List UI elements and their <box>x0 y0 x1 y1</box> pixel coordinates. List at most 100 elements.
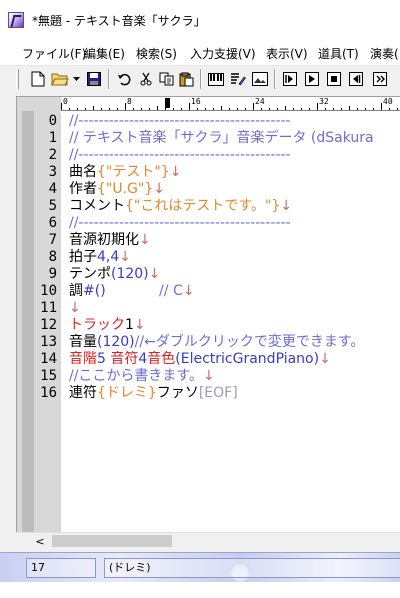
code-line[interactable]: 音量(120)//←ダブルクリックで変更できます。 <box>69 334 364 351</box>
toolbar-separator <box>108 69 110 89</box>
code-token: 1 <box>125 317 134 333</box>
code-line[interactable]: トラック1↓ <box>69 317 146 334</box>
menu-view[interactable]: 表示(V) <box>266 45 308 62</box>
toolbar-grip[interactable] <box>16 69 19 89</box>
ruler-label: 8 <box>127 97 132 106</box>
play-icon[interactable] <box>280 69 300 89</box>
app-window: *無題 - テキスト音楽「サクラ」 ファイル(F) 編集(E) 検索(S) 入力… <box>0 0 400 598</box>
ruler-tick <box>397 108 398 110</box>
new-file-icon[interactable] <box>28 69 48 89</box>
copy-icon[interactable] <box>156 69 176 89</box>
ruler-tick <box>261 108 262 110</box>
ruler-tick <box>197 108 198 110</box>
code-line[interactable]: テンポ(120)↓ <box>69 266 160 283</box>
code-line[interactable]: 曲名{"テスト"}↓ <box>69 164 181 181</box>
menu-search[interactable]: 検索(S) <box>136 45 177 62</box>
undo-icon[interactable] <box>114 69 134 89</box>
code-token: {"テスト"} <box>97 164 170 180</box>
open-folder-icon[interactable] <box>50 69 70 89</box>
ruler-label: 40 <box>383 97 393 106</box>
code-token: ファソ <box>156 385 199 401</box>
code-token: ↓ <box>169 164 182 180</box>
toolbar-separator <box>200 69 202 89</box>
code-token: 調 <box>69 283 83 299</box>
ruler-tick <box>109 108 110 110</box>
stop-icon[interactable] <box>324 69 344 89</box>
code-line[interactable]: //ここから書きます。↓ <box>69 368 215 385</box>
ruler-tick <box>173 108 174 110</box>
text-editor[interactable]: 0 8 16 24 32 40 0 1 2 3 4 5 6 7 8 9 10 11 12 13 14 15 16… <box>16 96 400 548</box>
edit-list-icon[interactable] <box>228 69 248 89</box>
code-token: テンポ <box>69 266 111 282</box>
code-line[interactable]: 調#() // C↓ <box>69 283 194 300</box>
code-line[interactable]: // テキスト音楽「サクラ」音楽データ (dSakura <box>69 130 374 147</box>
ruler-tick <box>269 108 270 110</box>
code-token: //--------------------------------------… <box>69 215 291 231</box>
ruler-tick <box>85 108 86 110</box>
ruler-tick <box>357 108 358 110</box>
code-line[interactable]: 音源初期化↓ <box>69 232 151 249</box>
code-line[interactable]: 連符{ドレミ}ファソ[EOF] <box>69 385 238 402</box>
ruler-cursor-marker <box>165 98 170 108</box>
line-number: 11 <box>40 300 57 316</box>
ruler-tick <box>325 108 326 110</box>
rewind-icon[interactable] <box>346 69 366 89</box>
piano-icon[interactable] <box>206 69 226 89</box>
line-number: 13 <box>40 334 57 350</box>
code-token: 曲名 <box>69 164 97 180</box>
line-number: 2 <box>48 147 57 163</box>
menu-edit[interactable]: 編集(E) <box>84 45 125 62</box>
code-token: ↓ <box>182 283 195 299</box>
code-line[interactable]: コメント{"これはテストです。"}↓ <box>69 198 292 215</box>
scroll-left-arrow-icon[interactable]: < <box>32 533 48 549</box>
code-line[interactable]: //--------------------------------------… <box>69 113 291 130</box>
ruler-tick <box>301 108 302 110</box>
line-number: 6 <box>48 215 57 231</box>
code-token: ↓ <box>139 232 151 248</box>
code-line[interactable]: //--------------------------------------… <box>69 147 291 164</box>
code-token: [EOF] <box>198 385 238 401</box>
ruler-tick <box>229 108 230 110</box>
ruler-tick <box>293 108 294 110</box>
code-token: ↓ <box>319 351 331 367</box>
save-icon[interactable] <box>84 69 104 89</box>
toolbar-more-icon[interactable] <box>370 69 390 89</box>
toolbar <box>14 66 400 92</box>
scrollbar-thumb[interactable] <box>52 535 172 547</box>
code-token: トラック <box>69 317 125 333</box>
code-line[interactable]: //--------------------------------------… <box>69 215 291 232</box>
ruler-tick <box>165 108 166 110</box>
code-token: 拍子 <box>69 249 97 265</box>
code-token: 音階 <box>69 351 97 367</box>
menu-play[interactable]: 演奏( <box>370 45 399 62</box>
ruler-tick <box>253 103 254 110</box>
code-area[interactable]: //--------------------------------------… <box>67 111 400 535</box>
code-line[interactable]: 作者{"U.G"}↓ <box>69 181 165 198</box>
code-line[interactable]: 拍子4,4↓ <box>69 249 131 266</box>
dropdown-arrow-icon[interactable] <box>70 69 82 89</box>
paste-icon[interactable] <box>176 69 196 89</box>
toolbar-separator <box>274 69 276 89</box>
title-bar[interactable]: *無題 - テキスト音楽「サクラ」 <box>0 0 400 40</box>
ruler-tick <box>365 108 366 110</box>
ruler-tick <box>389 108 390 110</box>
code-token: (ElectricGrandPiano) <box>175 351 320 367</box>
code-token: {"これはテストです。"} <box>125 198 281 214</box>
line-number-gutter[interactable]: 0 1 2 3 4 5 6 7 8 9 10 11 12 13 14 15 16 <box>17 111 61 535</box>
code-token: ↓ <box>69 300 81 316</box>
code-line[interactable]: 音階5 音符4音色(ElectricGrandPiano)↓ <box>69 351 331 368</box>
menu-input-support[interactable]: 入力支援(V) <box>190 45 256 62</box>
horizontal-scrollbar[interactable]: < <box>16 532 400 548</box>
code-token: {ドレミ} <box>97 385 157 401</box>
menu-tools[interactable]: 道具(T) <box>318 45 359 62</box>
code-token: 4,4 <box>97 249 120 265</box>
ruler-tick <box>149 108 150 110</box>
code-token: ↓ <box>280 198 293 214</box>
code-line[interactable]: ↓ <box>69 300 81 317</box>
menu-file[interactable]: ファイル(F) <box>22 45 86 62</box>
play-from-cursor-icon[interactable] <box>302 69 322 89</box>
picture-icon[interactable] <box>250 69 270 89</box>
cut-icon[interactable] <box>136 69 156 89</box>
ruler-tick <box>93 106 94 110</box>
app-icon[interactable] <box>8 12 24 28</box>
